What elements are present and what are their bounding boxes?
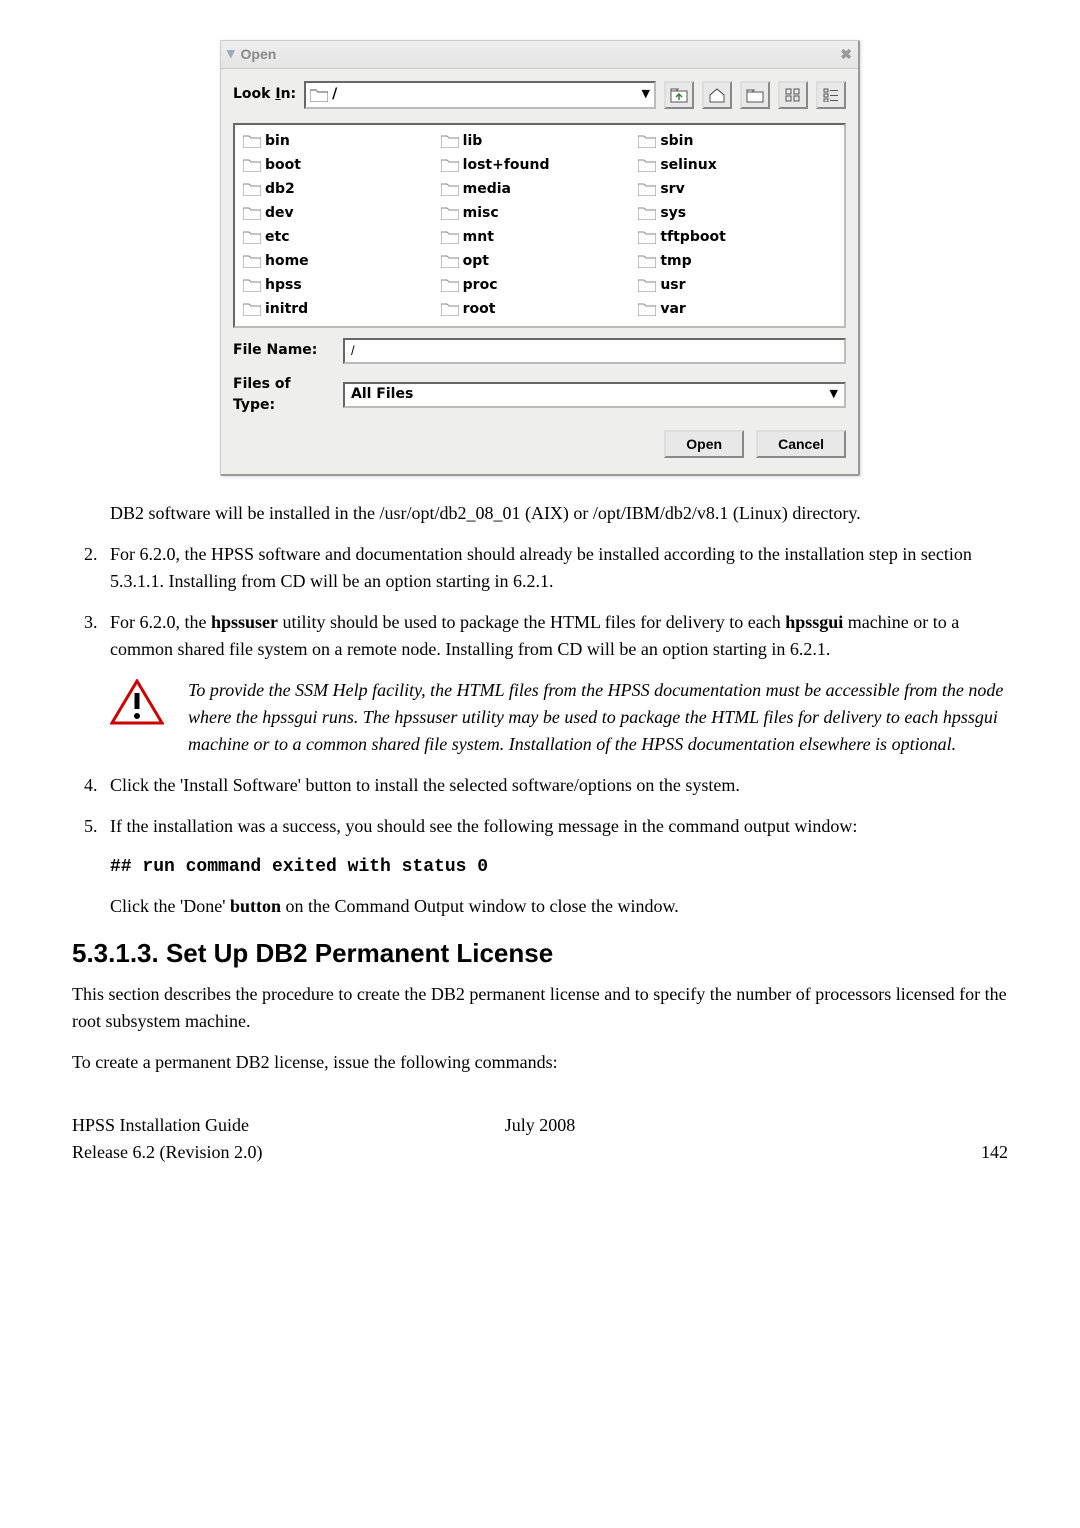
folder-icon — [243, 182, 261, 196]
footer-date: July 2008 — [446, 1112, 633, 1166]
folder-icon — [243, 158, 261, 172]
file-name-label: File Name: — [233, 340, 333, 361]
file-name-input[interactable] — [343, 338, 846, 364]
warning-icon — [110, 679, 164, 733]
folder-icon — [441, 230, 459, 244]
list-item: For 6.2.0, the HPSS software and documen… — [102, 541, 1008, 595]
list-item: If the installation was a success, you s… — [102, 813, 1008, 840]
folder-icon — [441, 278, 459, 292]
detail-view-button[interactable] — [816, 81, 846, 109]
folder-icon — [638, 206, 656, 220]
look-in-label: Look In: — [233, 84, 296, 105]
folder-icon — [638, 158, 656, 172]
up-folder-button[interactable] — [664, 81, 694, 109]
titlebar: ▾ Open ✖ — [221, 41, 858, 69]
footer-title: HPSS Installation Guide — [72, 1112, 446, 1139]
folder-item[interactable]: lib — [441, 131, 639, 152]
dialog-title: Open — [241, 44, 841, 65]
folder-item[interactable]: var — [638, 299, 836, 320]
body-paragraph: DB2 software will be installed in the /u… — [110, 500, 1008, 527]
folder-item[interactable]: misc — [441, 203, 639, 224]
list-item: For 6.2.0, the hpssuser utility should b… — [102, 609, 1008, 663]
folder-item[interactable]: sys — [638, 203, 836, 224]
files-of-type-dropdown[interactable]: All Files ▼ — [343, 382, 846, 408]
folder-item[interactable]: tftpboot — [638, 227, 836, 248]
folder-icon — [243, 206, 261, 220]
code-block: ## run command exited with status 0 — [110, 854, 1008, 881]
folder-icon — [441, 254, 459, 268]
folder-item[interactable]: root — [441, 299, 639, 320]
file-list-pane: bin lib sbin boot lost+found selinux db2… — [233, 123, 846, 328]
body-paragraph: This section describes the procedure to … — [72, 981, 1008, 1035]
folder-icon — [638, 182, 656, 196]
folder-item[interactable]: dev — [243, 203, 441, 224]
folder-icon — [441, 158, 459, 172]
folder-icon — [441, 206, 459, 220]
folder-item[interactable]: usr — [638, 275, 836, 296]
open-button[interactable]: Open — [664, 430, 744, 458]
warning-note: To provide the SSM Help facility, the HT… — [110, 677, 1008, 758]
list-view-button[interactable] — [778, 81, 808, 109]
look-in-dropdown[interactable]: / ▼ — [304, 81, 656, 109]
folder-icon — [638, 134, 656, 148]
folder-item[interactable]: lost+found — [441, 155, 639, 176]
folder-item[interactable]: mnt — [441, 227, 639, 248]
folder-icon — [441, 182, 459, 196]
folder-item[interactable]: bin — [243, 131, 441, 152]
folder-icon — [638, 254, 656, 268]
cancel-button[interactable]: Cancel — [756, 430, 846, 458]
home-button[interactable] — [702, 81, 732, 109]
open-dialog: ▾ Open ✖ Look In: / ▼ — [220, 40, 860, 476]
files-of-type-label: Files of Type: — [233, 374, 333, 416]
section-heading: 5.3.1.3. Set Up DB2 Permanent License — [72, 934, 1008, 973]
new-folder-button[interactable] — [740, 81, 770, 109]
folder-item[interactable]: selinux — [638, 155, 836, 176]
folder-icon — [243, 302, 261, 316]
folder-icon — [638, 278, 656, 292]
page-number: 142 — [634, 1112, 1008, 1166]
folder-item[interactable]: sbin — [638, 131, 836, 152]
folder-icon — [243, 230, 261, 244]
body-paragraph: To create a permanent DB2 license, issue… — [72, 1049, 1008, 1076]
body-paragraph: Click the 'Done' button on the Command O… — [110, 893, 1008, 920]
folder-item[interactable]: media — [441, 179, 639, 200]
footer-release: Release 6.2 (Revision 2.0) — [72, 1139, 446, 1166]
folder-item[interactable]: home — [243, 251, 441, 272]
page-footer: HPSS Installation Guide Release 6.2 (Rev… — [72, 1112, 1008, 1166]
folder-item[interactable]: boot — [243, 155, 441, 176]
dropdown-arrow-icon: ▼ — [830, 386, 838, 403]
folder-item[interactable]: proc — [441, 275, 639, 296]
folder-item[interactable]: tmp — [638, 251, 836, 272]
folder-item[interactable]: srv — [638, 179, 836, 200]
folder-icon — [243, 278, 261, 292]
folder-item[interactable]: hpss — [243, 275, 441, 296]
folder-item[interactable]: opt — [441, 251, 639, 272]
dropdown-arrow-icon: ▼ — [642, 86, 650, 103]
folder-icon — [638, 230, 656, 244]
folder-icon — [441, 302, 459, 316]
folder-icon — [310, 88, 328, 102]
folder-item[interactable]: db2 — [243, 179, 441, 200]
folder-item[interactable]: etc — [243, 227, 441, 248]
folder-item[interactable]: initrd — [243, 299, 441, 320]
close-icon[interactable]: ✖ — [840, 44, 852, 65]
chevron-down-icon: ▾ — [227, 43, 235, 66]
look-in-value: / — [332, 84, 337, 105]
folder-icon — [243, 254, 261, 268]
folder-icon — [638, 302, 656, 316]
folder-icon — [243, 134, 261, 148]
folder-icon — [441, 134, 459, 148]
list-item: Click the 'Install Software' button to i… — [102, 772, 1008, 799]
